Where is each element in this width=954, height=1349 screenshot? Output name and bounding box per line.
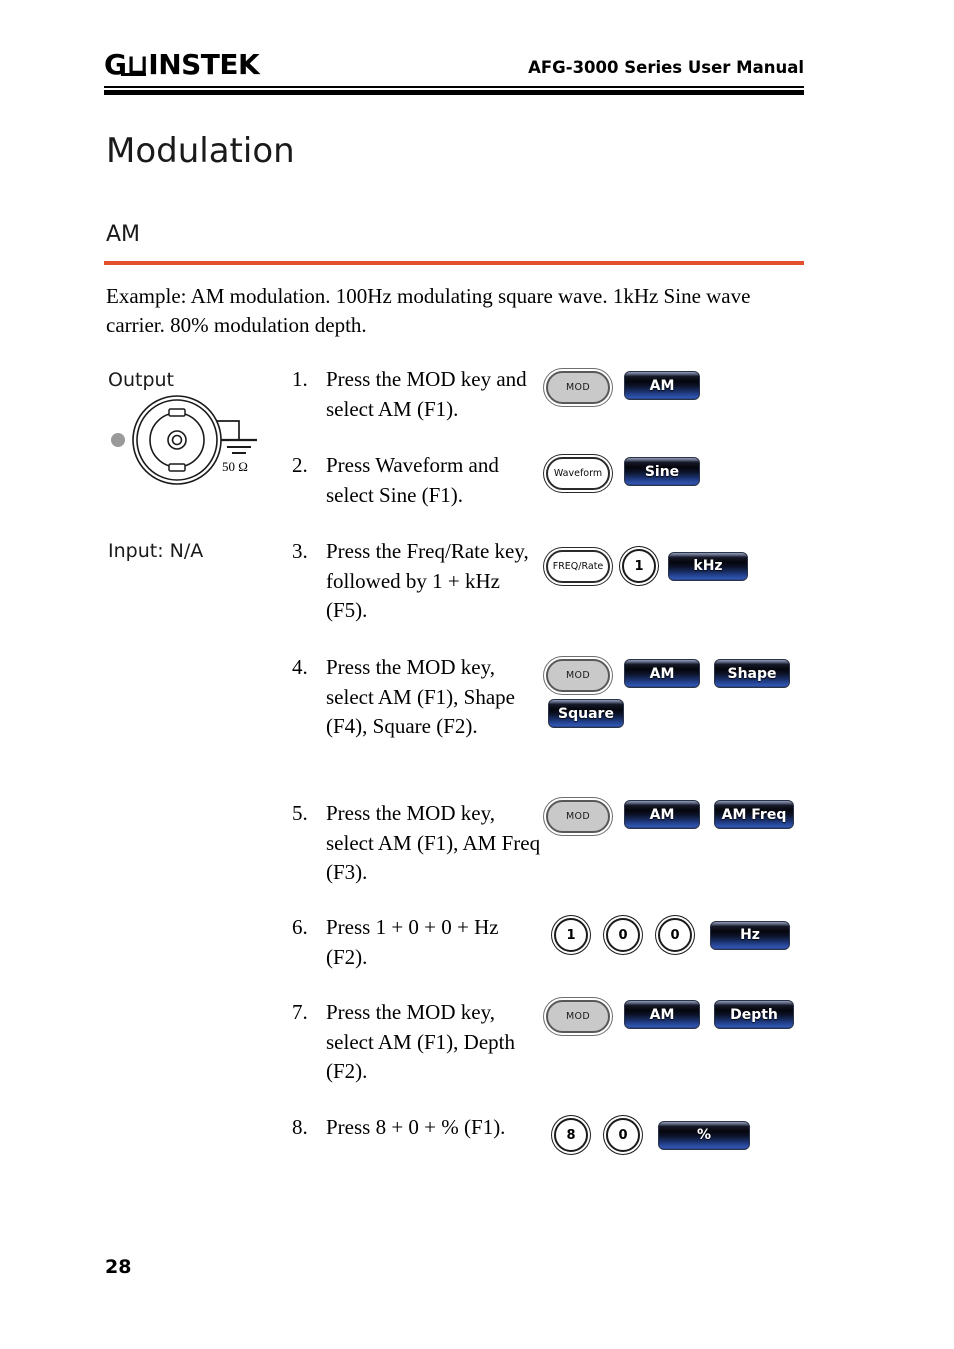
input-label: Input: N/A [108, 540, 204, 562]
key-am-freq[interactable]: AM Freq [714, 800, 794, 829]
step-number: 8. [292, 1115, 308, 1139]
bnc-center-pin [171, 434, 183, 446]
key-square[interactable]: Square [548, 699, 624, 728]
step-description: Press the MOD key and select AM (F1). [326, 367, 527, 421]
step-description: Press the MOD key, select AM (F1), AM Fr… [326, 801, 541, 884]
step-number: 6. [292, 915, 308, 939]
header-rule-thick [104, 90, 804, 95]
key-digit-1[interactable]: 1 [554, 918, 588, 952]
step-description: Press the MOD key, select AM (F1), Depth… [326, 1000, 515, 1083]
key-digit-8[interactable]: 8 [554, 1118, 588, 1152]
key-row-step-8: 8 0 % [554, 1118, 750, 1152]
step-number: 3. [292, 539, 308, 563]
key-digit-0[interactable]: 0 [606, 918, 640, 952]
step-number: 7. [292, 1000, 308, 1024]
key-digit-0[interactable]: 0 [658, 918, 692, 952]
step-item-2: 2. Press Waveform and select Sine (F1). [292, 451, 542, 510]
section-accent-rule [104, 261, 804, 265]
bnc-connector-svg: 50 Ω [111, 395, 257, 485]
key-digit-0[interactable]: 0 [606, 1118, 640, 1152]
step-item-5: 5. Press the MOD key, select AM (F1), AM… [292, 799, 542, 888]
step-number: 1. [292, 367, 308, 391]
key-row-step-1: MOD AM [546, 371, 700, 404]
connector-indicator-dot [111, 433, 125, 447]
key-row-step-4b: Square [548, 699, 624, 728]
key-freq-rate[interactable]: FREQ/Rate [546, 549, 610, 583]
step-description: Press 1 + 0 + 0 + Hz (F2). [326, 915, 499, 969]
page-number: 28 [105, 1256, 132, 1278]
key-am[interactable]: AM [624, 371, 700, 400]
key-row-step-5: MOD AM AM Freq [546, 800, 794, 833]
step-item-7: 7. Press the MOD key, select AM (F1), De… [292, 998, 542, 1087]
bnc-notch-bottom [168, 463, 186, 472]
example-paragraph: Example: AM modulation. 100Hz modulating… [106, 284, 751, 337]
key-khz[interactable]: kHz [668, 551, 748, 581]
header-rule-thin [104, 86, 804, 88]
step-item-3: 3. Press the Freq/Rate key, followed by … [292, 537, 542, 626]
manual-page: G⊔INSTEK AFG-3000 Series User Manual Mod… [0, 0, 954, 1349]
impedance-label: 50 Ω [222, 459, 248, 474]
key-am[interactable]: AM [624, 659, 700, 688]
key-depth[interactable]: Depth [714, 1000, 794, 1029]
key-hz[interactable]: Hz [710, 920, 790, 950]
key-digit-1[interactable]: 1 [622, 549, 656, 583]
gwinstek-logo: G⊔INSTEK [104, 48, 260, 81]
key-row-step-7: MOD AM Depth [546, 1000, 794, 1033]
key-am[interactable]: AM [624, 1000, 700, 1029]
key-am[interactable]: AM [624, 800, 700, 829]
key-row-step-6: 1 0 0 Hz [554, 918, 790, 952]
key-row-step-4: MOD AM Shape [546, 659, 790, 692]
key-row-step-2: Waveform Sine [546, 457, 700, 490]
key-mod[interactable]: MOD [546, 800, 610, 833]
key-waveform[interactable]: Waveform [546, 457, 610, 490]
output-label: Output [108, 369, 174, 391]
chapter-title: Modulation [106, 131, 295, 171]
bnc-connector-diagram: 50 Ω [105, 392, 275, 502]
logo-gw-mark: G⊔ [104, 48, 149, 81]
logo-instek-text: INSTEK [148, 48, 260, 81]
key-shape[interactable]: Shape [714, 659, 790, 688]
step-description: Press the Freq/Rate key, followed by 1 +… [326, 539, 529, 622]
bnc-notch-top [168, 408, 186, 417]
key-row-step-3: FREQ/Rate 1 kHz [546, 549, 748, 583]
step-item-6: 6. Press 1 + 0 + 0 + Hz (F2). [292, 913, 542, 972]
key-mod[interactable]: MOD [546, 1000, 610, 1033]
step-item-1: 1. Press the MOD key and select AM (F1). [292, 365, 542, 424]
key-mod[interactable]: MOD [546, 371, 610, 404]
step-item-8: 8. Press 8 + 0 + % (F1). [292, 1113, 505, 1143]
step-number: 2. [292, 453, 308, 477]
step-description: Press 8 + 0 + % (F1). [326, 1115, 506, 1139]
key-sine[interactable]: Sine [624, 457, 700, 486]
step-number: 5. [292, 801, 308, 825]
step-description: Press the MOD key, select AM (F1), Shape… [326, 655, 515, 738]
step-description: Press Waveform and select Sine (F1). [326, 453, 499, 507]
key-mod[interactable]: MOD [546, 659, 610, 692]
key-percent[interactable]: % [658, 1120, 750, 1150]
section-title: AM [106, 222, 141, 247]
step-item-4: 4. Press the MOD key, select AM (F1), Sh… [292, 653, 542, 742]
step-number: 4. [292, 655, 308, 679]
header-manual-title: AFG-3000 Series User Manual [528, 58, 804, 77]
